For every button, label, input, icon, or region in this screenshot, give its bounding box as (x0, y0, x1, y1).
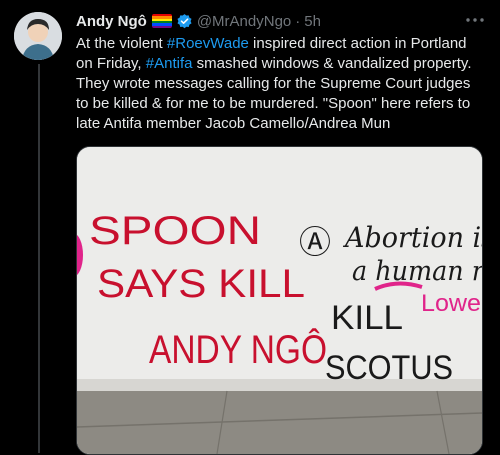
hashtag-link-roevwade[interactable]: #RoevWade (167, 35, 249, 52)
graffiti-lowe: Lowe (421, 290, 481, 317)
sidewalk (77, 391, 482, 454)
avatar[interactable] (14, 12, 62, 60)
graffiti-kill: KILL (331, 299, 403, 337)
timestamp[interactable]: 5h (304, 13, 321, 30)
graffiti-andy-ngo: ANDY NGÔ (149, 327, 327, 372)
verified-badge-icon (176, 13, 193, 30)
author-name[interactable]: Andy Ngô (76, 13, 147, 30)
graffiti-abortion-is: Abortion is (342, 221, 482, 254)
rainbow-flag-icon (151, 14, 172, 28)
hashtag-link-antifa[interactable]: #Antifa (146, 55, 193, 72)
separator-dot: · (295, 12, 301, 30)
graffiti-photo: SPOON SAYS KILL ANDY NGÔ Ⓐ Abortion is a… (77, 147, 482, 454)
tweet-header: Andy Ngô @MrAndyNgo · 5h (76, 10, 480, 32)
graffiti-says-kill: SAYS KILL (97, 262, 305, 306)
tweet-photo[interactable]: SPOON SAYS KILL ANDY NGÔ Ⓐ Abortion is a… (76, 146, 483, 455)
author-handle[interactable]: @MrAndyNgo (197, 13, 291, 30)
graffiti-a-human-ri: a human ri (352, 256, 482, 287)
avatar-image (14, 12, 62, 60)
graffiti-scotus: SCOTUS (325, 349, 453, 387)
more-horizontal-icon[interactable] (464, 10, 486, 30)
thread-line (38, 64, 40, 453)
tweet-text: At the violent #RoevWade inspired direct… (76, 34, 486, 134)
tweet-text-part: At the violent (76, 35, 167, 52)
graffiti-spoon: SPOON (89, 209, 261, 253)
graffiti-anarchy-symbol: Ⓐ (299, 223, 331, 261)
